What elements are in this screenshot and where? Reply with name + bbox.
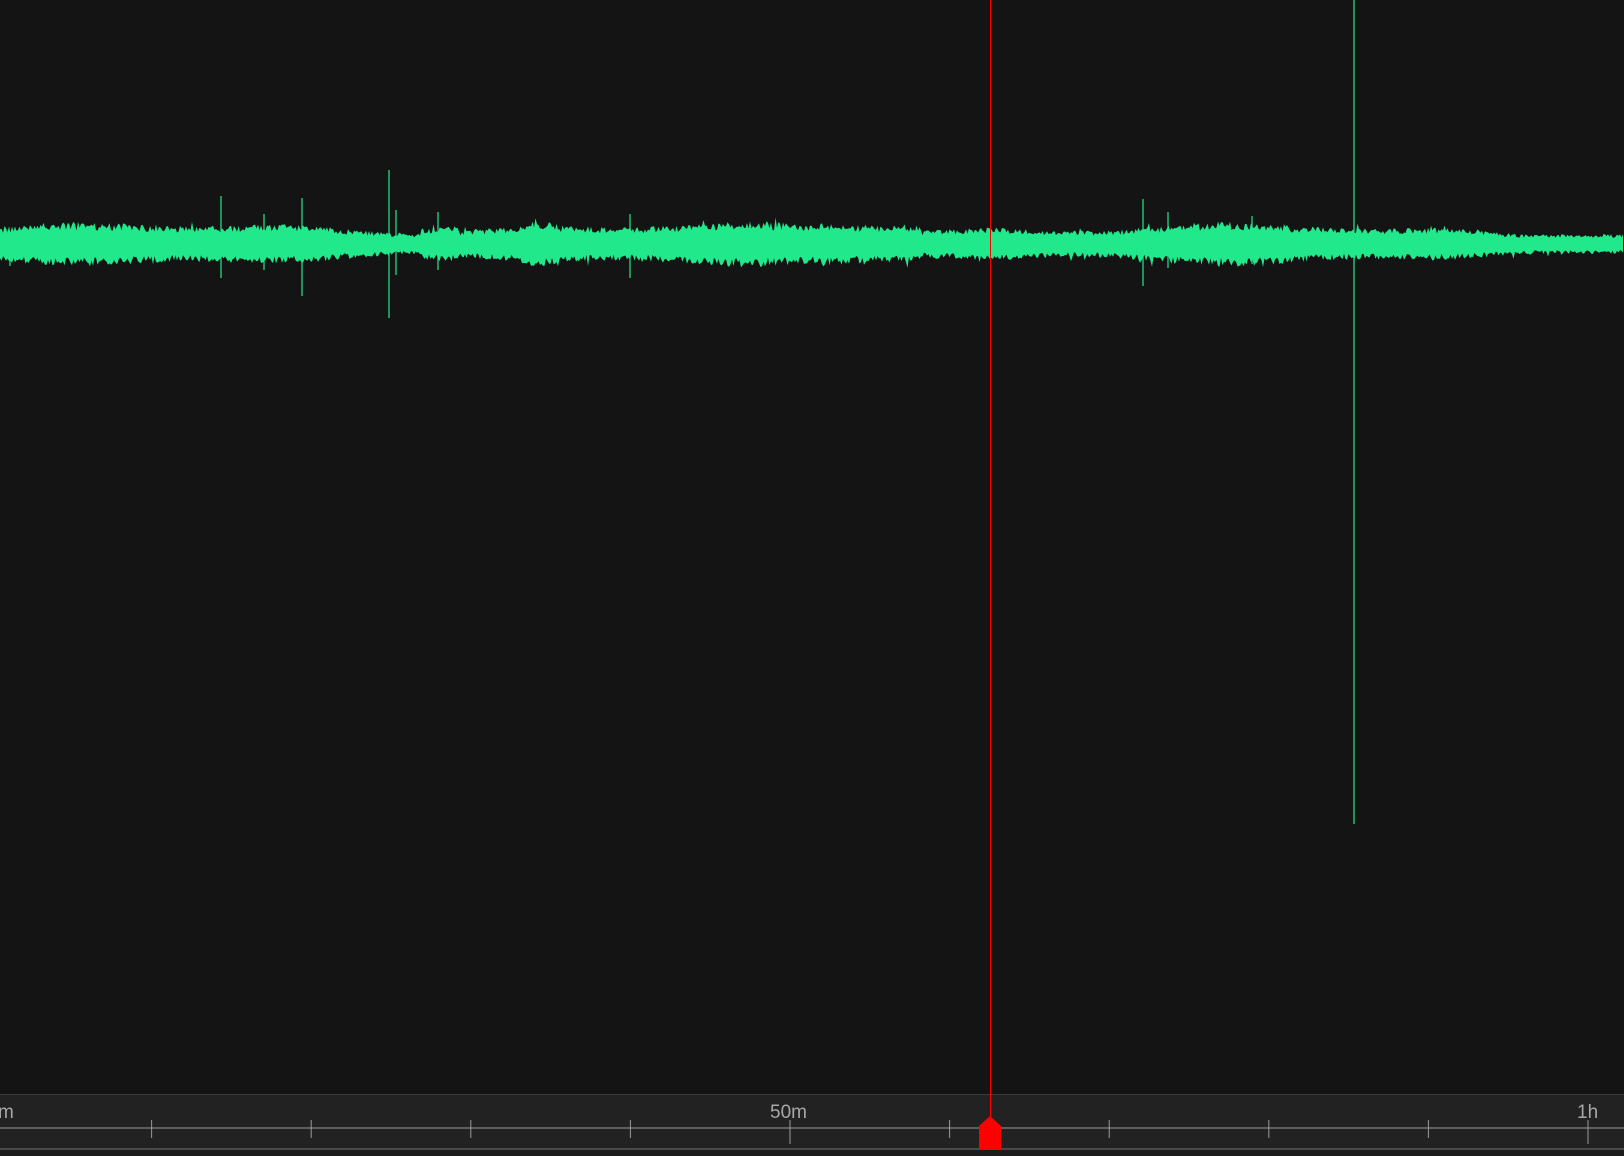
timeline-ruler[interactable]: m 50m 1h bbox=[0, 1094, 1624, 1148]
playhead-line[interactable] bbox=[990, 0, 991, 1125]
playhead-marker-icon[interactable] bbox=[978, 1115, 1002, 1150]
timeline-label-1h: 1h bbox=[1577, 1102, 1599, 1123]
waveform-track[interactable] bbox=[0, 0, 1624, 1094]
timeline-label-50m: 50m bbox=[770, 1102, 807, 1123]
waveform-body bbox=[0, 217, 1623, 268]
waveform[interactable] bbox=[0, 0, 1624, 1094]
timeline-label-partial: m bbox=[0, 1102, 14, 1123]
horizontal-scrollbar[interactable] bbox=[0, 1148, 1624, 1156]
ruler-ticks bbox=[0, 1120, 1624, 1144]
audio-editor: m 50m 1h bbox=[0, 0, 1624, 1156]
